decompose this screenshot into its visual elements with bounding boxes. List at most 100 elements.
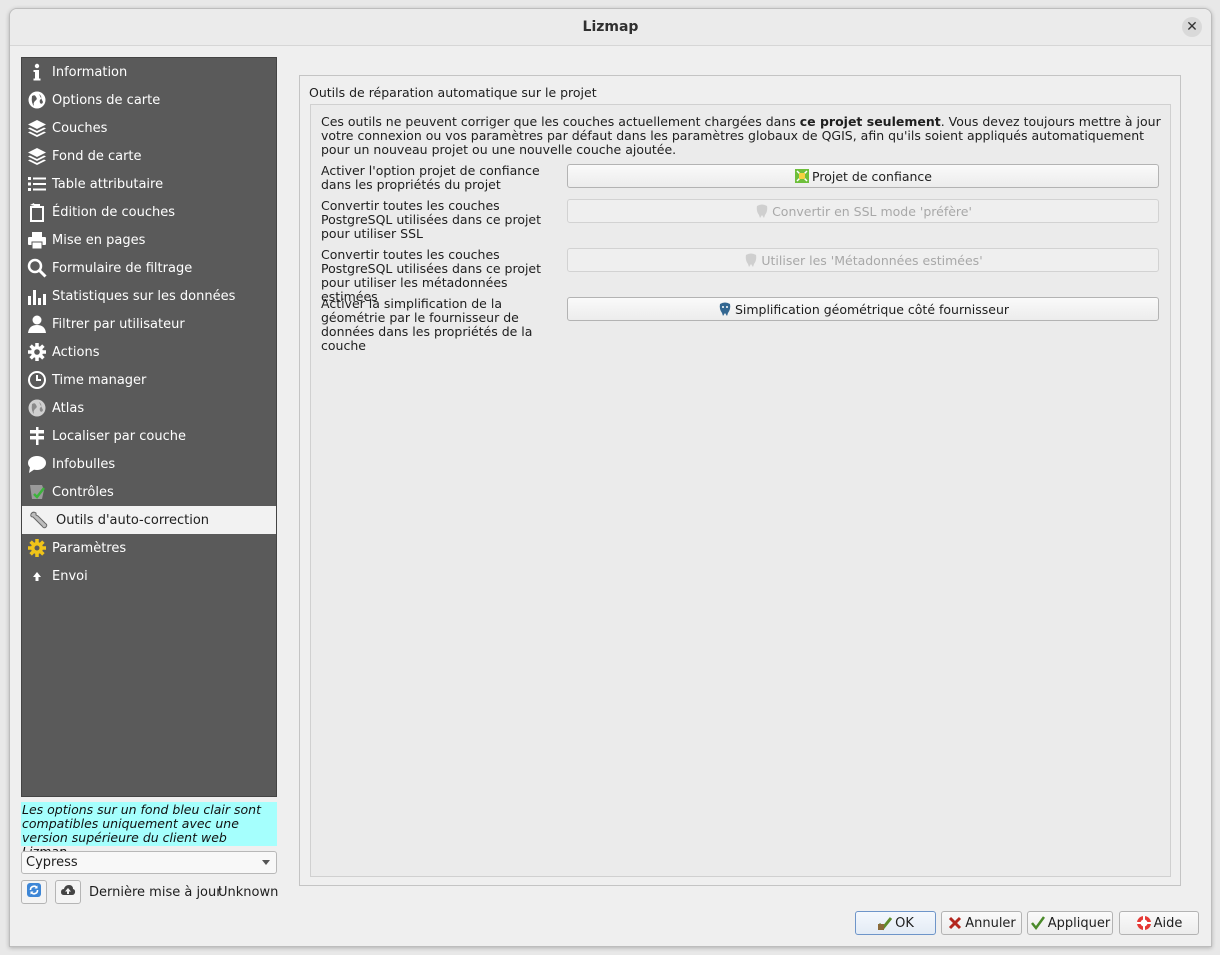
cloud-upload-button[interactable] — [55, 880, 81, 904]
wrench-icon — [28, 509, 50, 531]
sidebar-item-couches[interactable]: Couches — [22, 114, 276, 142]
signpost-icon — [26, 425, 48, 447]
apply-icon — [1030, 916, 1045, 931]
row-label-trust-project: Activer l'option projet de confiance dan… — [321, 163, 540, 192]
globe-icon — [26, 397, 48, 419]
sidebar-item-outils-auto-correction[interactable]: Outils d'auto-correction — [22, 506, 276, 534]
sidebar-item-label: Mise en pages — [52, 232, 146, 248]
ssl-mode-button[interactable]: Convertir en SSL mode 'préfère' — [567, 199, 1159, 223]
ssl-mode-label: Convertir en SSL mode 'préfère' — [772, 203, 972, 219]
last-update-value: Unknown — [218, 885, 279, 900]
upload-icon — [26, 565, 48, 587]
sidebar-item-options-de-carte[interactable]: Options de carte — [22, 86, 276, 114]
sidebar-item-information[interactable]: Information — [22, 58, 276, 86]
sidebar-item-mise-en-pages[interactable]: Mise en pages — [22, 226, 276, 254]
trust-project-icon — [794, 168, 810, 184]
list-icon — [26, 173, 48, 195]
row-label-ssl: Convertir toutes les couches PostgreSQL … — [321, 198, 542, 241]
ok-icon — [878, 917, 893, 931]
simplification-button[interactable]: Simplification géométrique côté fourniss… — [567, 297, 1159, 321]
server-combo[interactable]: Cypress — [21, 851, 277, 874]
close-button[interactable]: ✕ — [1182, 17, 1202, 37]
help-button[interactable]: Aide — [1119, 911, 1199, 935]
sidebar-item-label: Contrôles — [52, 484, 114, 500]
settings-icon — [26, 537, 48, 559]
group-title: Outils de réparation automatique sur le … — [309, 85, 597, 100]
postgresql-icon — [717, 301, 733, 317]
sidebar-item-label: Paramètres — [52, 540, 127, 556]
sidebar-item-label: Formulaire de filtrage — [52, 260, 193, 276]
search-icon — [26, 257, 48, 279]
trust-project-button[interactable]: Projet de confiance — [567, 164, 1159, 188]
sidebar-item-atlas[interactable]: Atlas — [22, 394, 276, 422]
sidebar-item-filtrer-par-utilisateur[interactable]: Filtrer par utilisateur — [22, 310, 276, 338]
postgresql-icon — [743, 252, 759, 268]
info-icon — [26, 61, 48, 83]
refresh-icon — [26, 882, 42, 902]
sidebar-item-infobulles[interactable]: Infobulles — [22, 450, 276, 478]
postgresql-icon — [754, 203, 770, 219]
cancel-icon — [949, 916, 962, 930]
sidebar-item-edition-de-couches[interactable]: Édition de couches — [22, 198, 276, 226]
sidebar-item-time-manager[interactable]: Time manager — [22, 366, 276, 394]
sidebar-item-label: Options de carte — [52, 92, 161, 108]
sidebar-item-label: Atlas — [52, 400, 85, 416]
sidebar-item-label: Infobulles — [52, 456, 116, 472]
sidebar: Information Options de carte Couches Fon… — [21, 57, 277, 797]
estimated-metadata-button[interactable]: Utiliser les 'Métadonnées estimées' — [567, 248, 1159, 272]
sidebar-item-label: Localiser par couche — [52, 428, 186, 444]
sidebar-item-envoi[interactable]: Envoi — [22, 562, 276, 590]
close-icon: ✕ — [1186, 19, 1198, 35]
sidebar-item-label: Fond de carte — [52, 148, 142, 164]
server-combo-value: Cypress — [26, 855, 78, 870]
lizmap-dialog: Lizmap ✕ Information Options de carte Co… — [9, 8, 1212, 947]
layers-icon — [26, 145, 48, 167]
help-icon — [1136, 916, 1151, 930]
sidebar-item-localiser-par-couche[interactable]: Localiser par couche — [22, 422, 276, 450]
trust-project-label: Projet de confiance — [812, 168, 932, 184]
sidebar-item-label: Envoi — [52, 568, 88, 584]
estimated-metadata-label: Utiliser les 'Métadonnées estimées' — [761, 252, 983, 268]
sidebar-item-label: Couches — [52, 120, 108, 136]
cancel-button[interactable]: Annuler — [941, 911, 1022, 935]
ok-button[interactable]: OK — [855, 911, 936, 935]
speech-bubble-icon — [26, 453, 48, 475]
chevron-down-icon — [262, 860, 270, 865]
printer-icon — [26, 229, 48, 251]
sidebar-item-actions[interactable]: Actions — [22, 338, 276, 366]
cancel-label: Annuler — [965, 915, 1016, 931]
layers-icon — [26, 117, 48, 139]
edit-icon — [26, 201, 48, 223]
bar-chart-icon — [26, 285, 48, 307]
globe-icon — [26, 89, 48, 111]
sidebar-item-fond-de-carte[interactable]: Fond de carte — [22, 142, 276, 170]
cloud-upload-icon — [60, 882, 76, 902]
sidebar-item-formulaire-de-filtrage[interactable]: Formulaire de filtrage — [22, 254, 276, 282]
sidebar-item-label: Time manager — [52, 372, 147, 388]
clock-icon — [26, 369, 48, 391]
last-update-label: Dernière mise à jour — [89, 885, 222, 900]
sidebar-item-label: Information — [52, 64, 128, 80]
sidebar-item-label: Actions — [52, 344, 100, 360]
row-label-simplification: Activer la simplification de la géométri… — [321, 296, 533, 353]
sidebar-item-table-attributaire[interactable]: Table attributaire — [22, 170, 276, 198]
intro-text-start: Ces outils ne peuvent corriger que les c… — [321, 114, 800, 129]
intro-text: Ces outils ne peuvent corriger que les c… — [321, 115, 1161, 157]
sidebar-item-label: Outils d'auto-correction — [56, 512, 210, 528]
apply-label: Appliquer — [1047, 915, 1111, 931]
check-icon — [26, 481, 48, 503]
sidebar-item-label: Statistiques sur les données — [52, 288, 236, 304]
sidebar-item-label: Édition de couches — [52, 204, 175, 220]
ok-label: OK — [895, 915, 914, 931]
intro-text-bold: ce projet seulement — [799, 114, 941, 129]
sidebar-item-parametres[interactable]: Paramètres — [22, 534, 276, 562]
gear-icon — [26, 341, 48, 363]
user-icon — [26, 313, 48, 335]
apply-button[interactable]: Appliquer — [1027, 911, 1113, 935]
sidebar-item-controles[interactable]: Contrôles — [22, 478, 276, 506]
sidebar-item-statistiques[interactable]: Statistiques sur les données — [22, 282, 276, 310]
refresh-button[interactable] — [21, 880, 47, 904]
sidebar-item-label: Filtrer par utilisateur — [52, 316, 185, 332]
sidebar-item-label: Table attributaire — [52, 176, 164, 192]
simplification-label: Simplification géométrique côté fourniss… — [734, 301, 1010, 317]
